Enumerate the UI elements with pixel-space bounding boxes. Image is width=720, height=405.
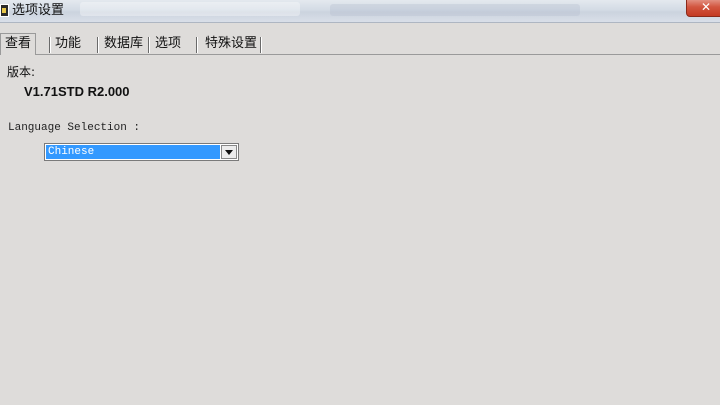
tab-view[interactable]: 查看 — [0, 33, 37, 55]
tab-divider-line — [0, 54, 720, 55]
tab-separator — [260, 37, 262, 53]
window-title: 选项设置 — [12, 3, 65, 18]
app-icon — [0, 4, 9, 17]
language-select-value: Chinese — [46, 145, 220, 159]
version-label: 版本: — [7, 65, 36, 79]
tab-separator — [148, 37, 150, 53]
language-selection-label: Language Selection : — [8, 122, 141, 134]
close-icon: ✕ — [700, 0, 712, 14]
tab-database[interactable]: 数据库 — [104, 34, 143, 54]
background-blur — [330, 4, 580, 16]
tab-function[interactable]: 功能 — [55, 34, 81, 54]
tab-options[interactable]: 选项 — [155, 34, 181, 54]
close-button[interactable]: ✕ — [686, 0, 720, 17]
background-blur — [80, 2, 300, 16]
tab-bar: 查看 功能 数据库 选项 特殊设置 — [0, 33, 720, 55]
version-value: V1.71STD R2.000 — [24, 84, 130, 99]
tab-separator — [196, 37, 198, 53]
tab-separator — [97, 37, 99, 53]
dropdown-arrow-icon[interactable] — [221, 145, 237, 159]
language-select[interactable]: Chinese — [44, 143, 239, 161]
tab-special-settings[interactable]: 特殊设置 — [205, 34, 257, 54]
title-bar[interactable]: 选项设置 ✕ — [0, 0, 720, 23]
tab-separator — [49, 37, 51, 53]
